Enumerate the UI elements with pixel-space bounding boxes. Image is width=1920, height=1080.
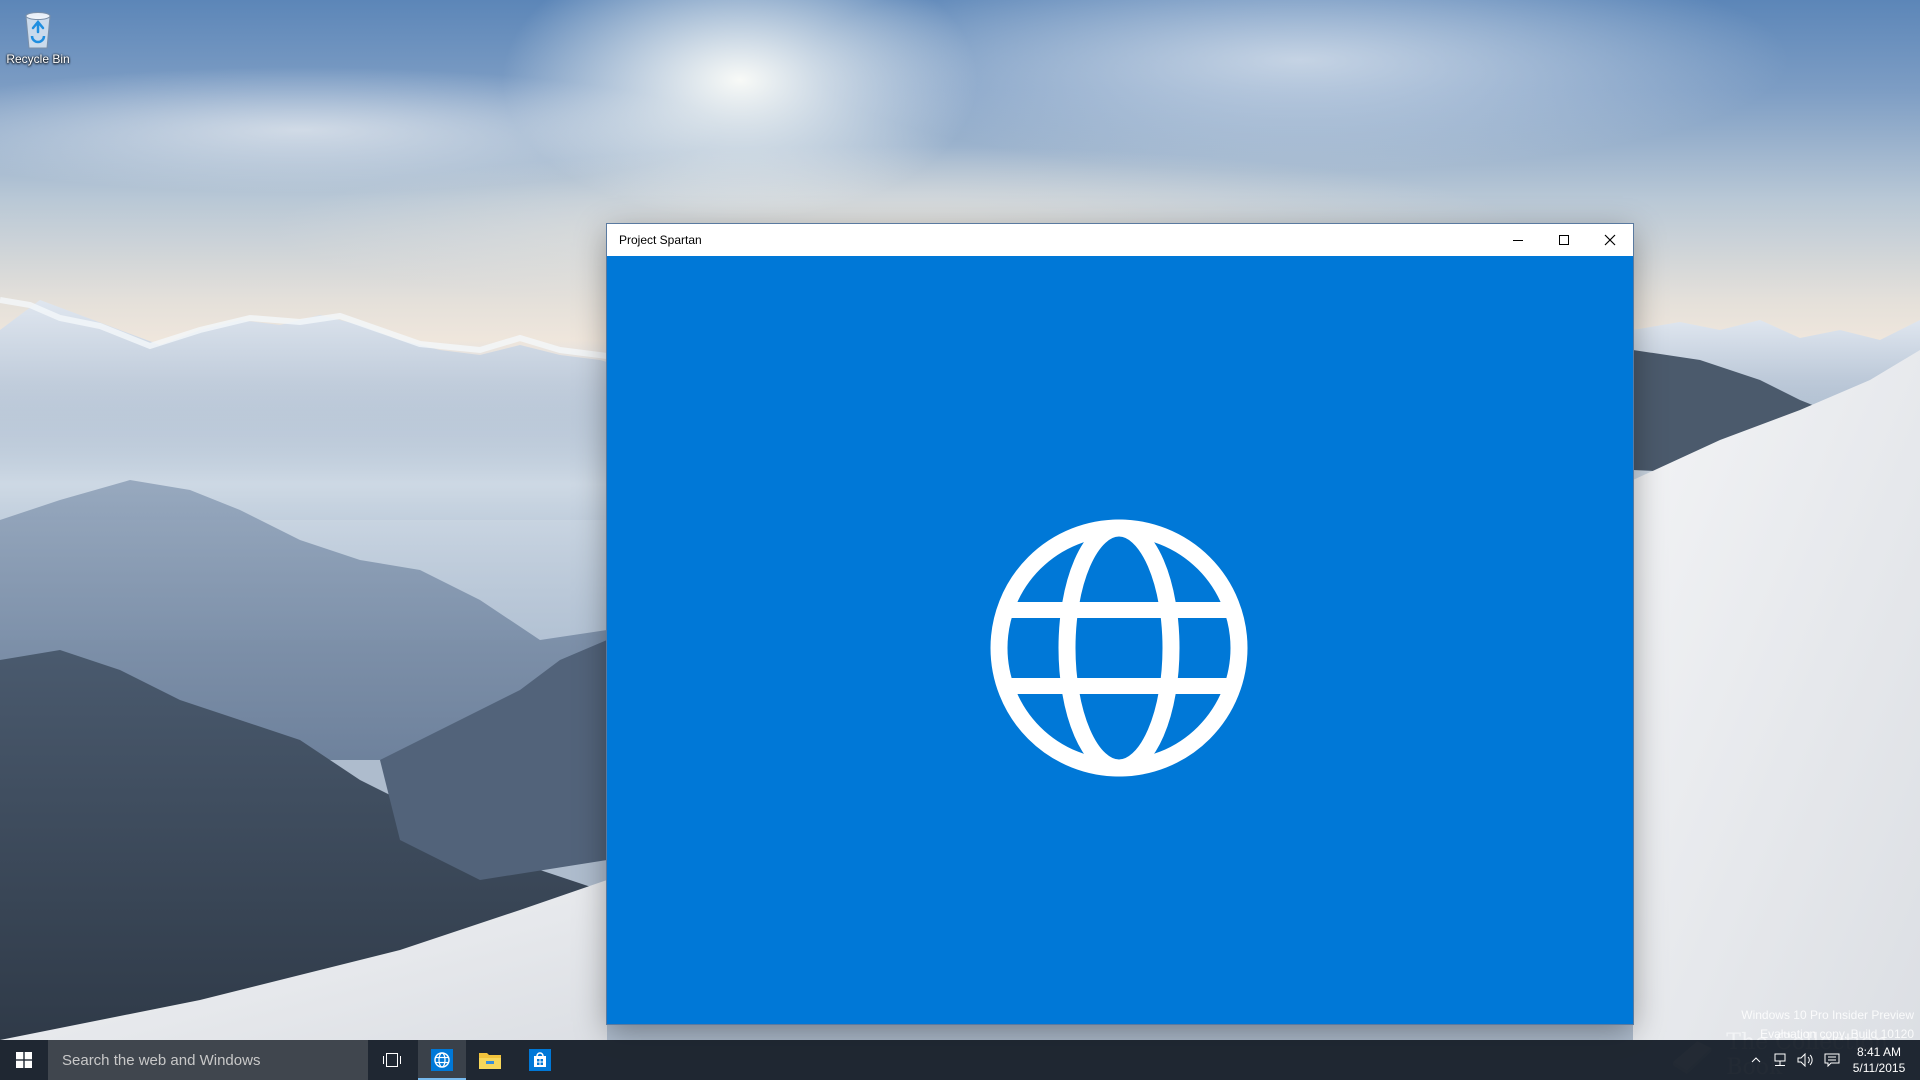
- clock-time: 8:41 AM: [1856, 1045, 1902, 1059]
- taskbar-app-spartan[interactable]: [418, 1040, 466, 1080]
- taskbar-search-box[interactable]: [48, 1040, 368, 1080]
- minimize-button[interactable]: [1495, 224, 1541, 256]
- taskbar-clock[interactable]: 8:41 AM 5/11/2015: [1846, 1040, 1912, 1080]
- search-input[interactable]: [60, 1050, 354, 1070]
- app-window[interactable]: Project Spartan: [607, 224, 1633, 1024]
- recycle-bin-icon: [25, 12, 51, 49]
- taskbar: 8:41 AM 5/11/2015: [0, 1040, 1920, 1080]
- taskbar-app-file-explorer[interactable]: [466, 1040, 514, 1080]
- splash-screen: [607, 256, 1633, 1024]
- start-button[interactable]: [0, 1040, 48, 1080]
- close-button[interactable]: [1587, 224, 1633, 256]
- globe-icon: [990, 519, 1248, 777]
- spartan-browser-icon: [431, 1049, 453, 1071]
- close-icon: [1604, 234, 1616, 246]
- volume-button[interactable]: [1794, 1040, 1818, 1080]
- desktop-icon-label: Recycle Bin: [6, 52, 70, 66]
- action-center-button[interactable]: [1820, 1040, 1844, 1080]
- file-explorer-icon: [479, 1053, 501, 1069]
- minimize-icon: [1513, 240, 1523, 241]
- window-titlebar[interactable]: Project Spartan: [607, 224, 1633, 256]
- task-view-icon: [383, 1053, 401, 1067]
- taskbar-app-store[interactable]: [516, 1040, 564, 1080]
- network-icon: [1774, 1053, 1786, 1066]
- desktop-icon-recycle-bin[interactable]: Recycle Bin: [4, 6, 72, 78]
- network-button[interactable]: [1768, 1040, 1792, 1080]
- show-hidden-icons-icon: [1751, 1057, 1761, 1063]
- watermark-line1: Windows 10 Pro Insider Preview: [1741, 1008, 1914, 1022]
- action-center-icon: [1824, 1053, 1840, 1067]
- windows-logo-icon: [16, 1052, 32, 1068]
- window-title: Project Spartan: [619, 233, 702, 247]
- task-view-button[interactable]: [368, 1040, 416, 1080]
- store-icon: [529, 1049, 551, 1071]
- maximize-icon: [1559, 235, 1569, 245]
- volume-icon: [1797, 1053, 1813, 1067]
- show-hidden-icons-button[interactable]: [1746, 1040, 1766, 1080]
- maximize-button[interactable]: [1541, 224, 1587, 256]
- clock-date: 5/11/2015: [1852, 1061, 1906, 1075]
